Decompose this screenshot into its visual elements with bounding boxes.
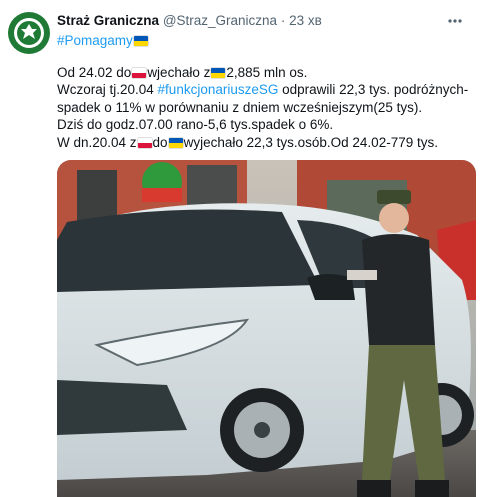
text-segment: W dn.20.04 z — [57, 134, 137, 150]
avatar[interactable] — [8, 12, 50, 54]
text-segment: wyjechało 22,3 tys.osób.Od 24.02-779 tys… — [183, 134, 438, 150]
tweet-text: Od 24.02 do wjechało z 2,885 mln os. Wczor… — [57, 64, 469, 151]
flag-ukraine-icon — [211, 68, 226, 78]
photo-border-guard-car — [57, 160, 476, 497]
text-line-2: Wczoraj tj.20.04 #funkcjonariuszeSG odpr… — [57, 81, 469, 98]
flag-ukraine-icon — [168, 137, 183, 148]
hashtag-pomagamy[interactable]: #Pomagamy — [57, 33, 133, 48]
flag-poland-icon — [132, 68, 147, 78]
text-segment: odprawili 22,3 tys. podróżnych- — [278, 82, 469, 98]
tweet-photo[interactable] — [57, 160, 476, 497]
more-options-button[interactable] — [442, 8, 468, 34]
text-line-1: Od 24.02 do wjechało z 2,885 mln os. — [57, 64, 467, 81]
text-segment: Od 24.02 do — [57, 65, 132, 80]
text-line-3: spadek o 11% w porównaniu z dniem wcześn… — [57, 99, 423, 115]
author-name[interactable]: Straż Graniczna — [57, 13, 159, 28]
border-guard-emblem-icon — [14, 18, 44, 48]
flag-poland-icon — [137, 137, 152, 148]
tweet-header: Straż Graniczna @Straz_Graniczna · 23 хв — [57, 13, 322, 28]
flag-ukraine-icon — [133, 36, 148, 46]
text-segment: Wczoraj tj.20.04 — [57, 82, 158, 98]
text-segment: 2,885 mln os. — [226, 65, 308, 80]
tweet-time[interactable]: 23 хв — [289, 13, 322, 28]
text-line-5: W dn.20.04 z do wyjechało 22,3 tys.osób.Od… — [57, 134, 467, 151]
hashtag-line: #Pomagamy — [57, 33, 149, 48]
more-horizontal-icon — [448, 19, 462, 23]
separator-dot: · — [280, 13, 286, 28]
text-segment: do — [152, 134, 168, 150]
hashtag-funkcjonariuszesg[interactable]: #funkcjonariuszeSG — [158, 82, 279, 97]
text-segment: wjechało z — [147, 65, 211, 80]
text-line-4: Dziś do godz.07.00 rano-5,6 tys.spadek o… — [57, 117, 334, 133]
author-handle[interactable]: @Straz_Graniczna — [163, 13, 277, 28]
